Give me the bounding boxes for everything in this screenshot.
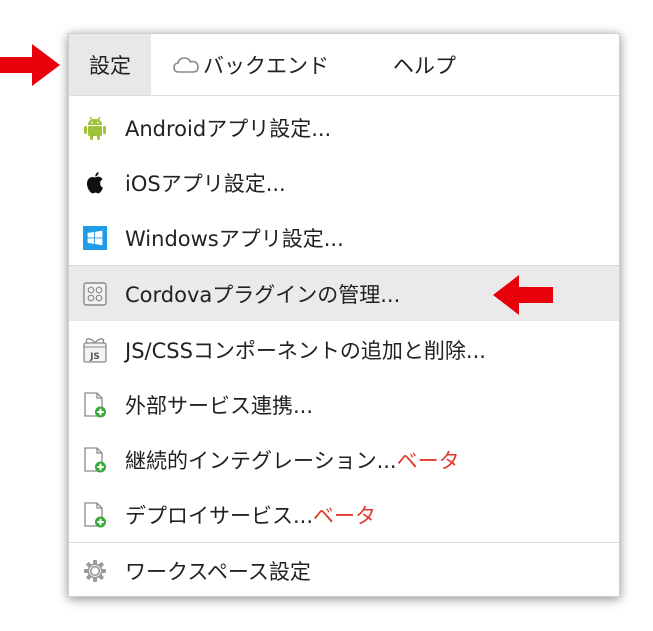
document-add-icon (83, 501, 107, 527)
menu-item-deploy-service[interactable]: デプロイサービス...ベータ (69, 487, 619, 542)
menubar-settings-label: 設定 (89, 53, 131, 78)
menu-item-label: ワークスペース設定 (125, 559, 311, 584)
beta-badge: ベータ (313, 503, 377, 528)
document-add-icon (83, 446, 107, 472)
menu-item-label: Cordovaプラグインの管理... (125, 282, 401, 307)
menu-item-label: 継続的インテグレーション...ベータ (125, 445, 460, 475)
js-package-icon: JS (83, 337, 107, 363)
red-arrow-icon (493, 275, 553, 315)
red-arrow-icon (0, 44, 60, 86)
menu-item-label: Windowsアプリ設定... (125, 226, 344, 251)
menubar-help[interactable]: ヘルプ (393, 34, 456, 95)
menu-item-label: 外部サービス連携... (125, 393, 314, 418)
menubar-backend[interactable]: バックエンド (173, 34, 329, 95)
svg-text:JS: JS (89, 352, 100, 362)
beta-badge: ベータ (396, 448, 460, 473)
menu-item-android-settings[interactable]: Androidアプリ設定... (69, 100, 619, 155)
menu-item-label: デプロイサービス...ベータ (125, 500, 376, 530)
menu-item-label: iOSアプリ設定... (125, 171, 286, 196)
menubar: 設定 バックエンド ヘルプ (69, 34, 619, 96)
menu-item-label: Androidアプリ設定... (125, 116, 332, 141)
apple-icon (83, 171, 107, 195)
menubar-settings[interactable]: 設定 (69, 34, 151, 95)
menubar-backend-label: バックエンド (203, 53, 329, 78)
menu-item-external-services[interactable]: 外部サービス連携... (69, 377, 619, 432)
windows-icon (83, 225, 107, 250)
menu-item-ios-settings[interactable]: iOSアプリ設定... (69, 155, 619, 210)
menu-item-continuous-integration[interactable]: 継続的インテグレーション...ベータ (69, 432, 619, 487)
menu-item-windows-settings[interactable]: Windowsアプリ設定... (69, 210, 619, 265)
gear-icon (83, 559, 107, 583)
menu-item-workspace-settings[interactable]: ワークスペース設定 (69, 543, 619, 598)
menu-item-text: 継続的インテグレーション... (125, 448, 397, 473)
menu-item-jscss-components[interactable]: JS JS/CSSコンポーネントの追加と削除... (69, 322, 619, 377)
android-icon (83, 116, 107, 140)
menu-item-label: JS/CSSコンポーネントの追加と削除... (125, 338, 486, 363)
cloud-icon (173, 56, 199, 74)
settings-dropdown-menu: 設定 バックエンド ヘルプ Androidアプリ設定... iOSアプリ設定..… (68, 33, 620, 597)
menu-item-text: デプロイサービス... (125, 503, 314, 528)
plugin-grid-icon (83, 281, 107, 306)
menubar-help-label: ヘルプ (393, 53, 456, 78)
document-add-icon (83, 391, 107, 417)
